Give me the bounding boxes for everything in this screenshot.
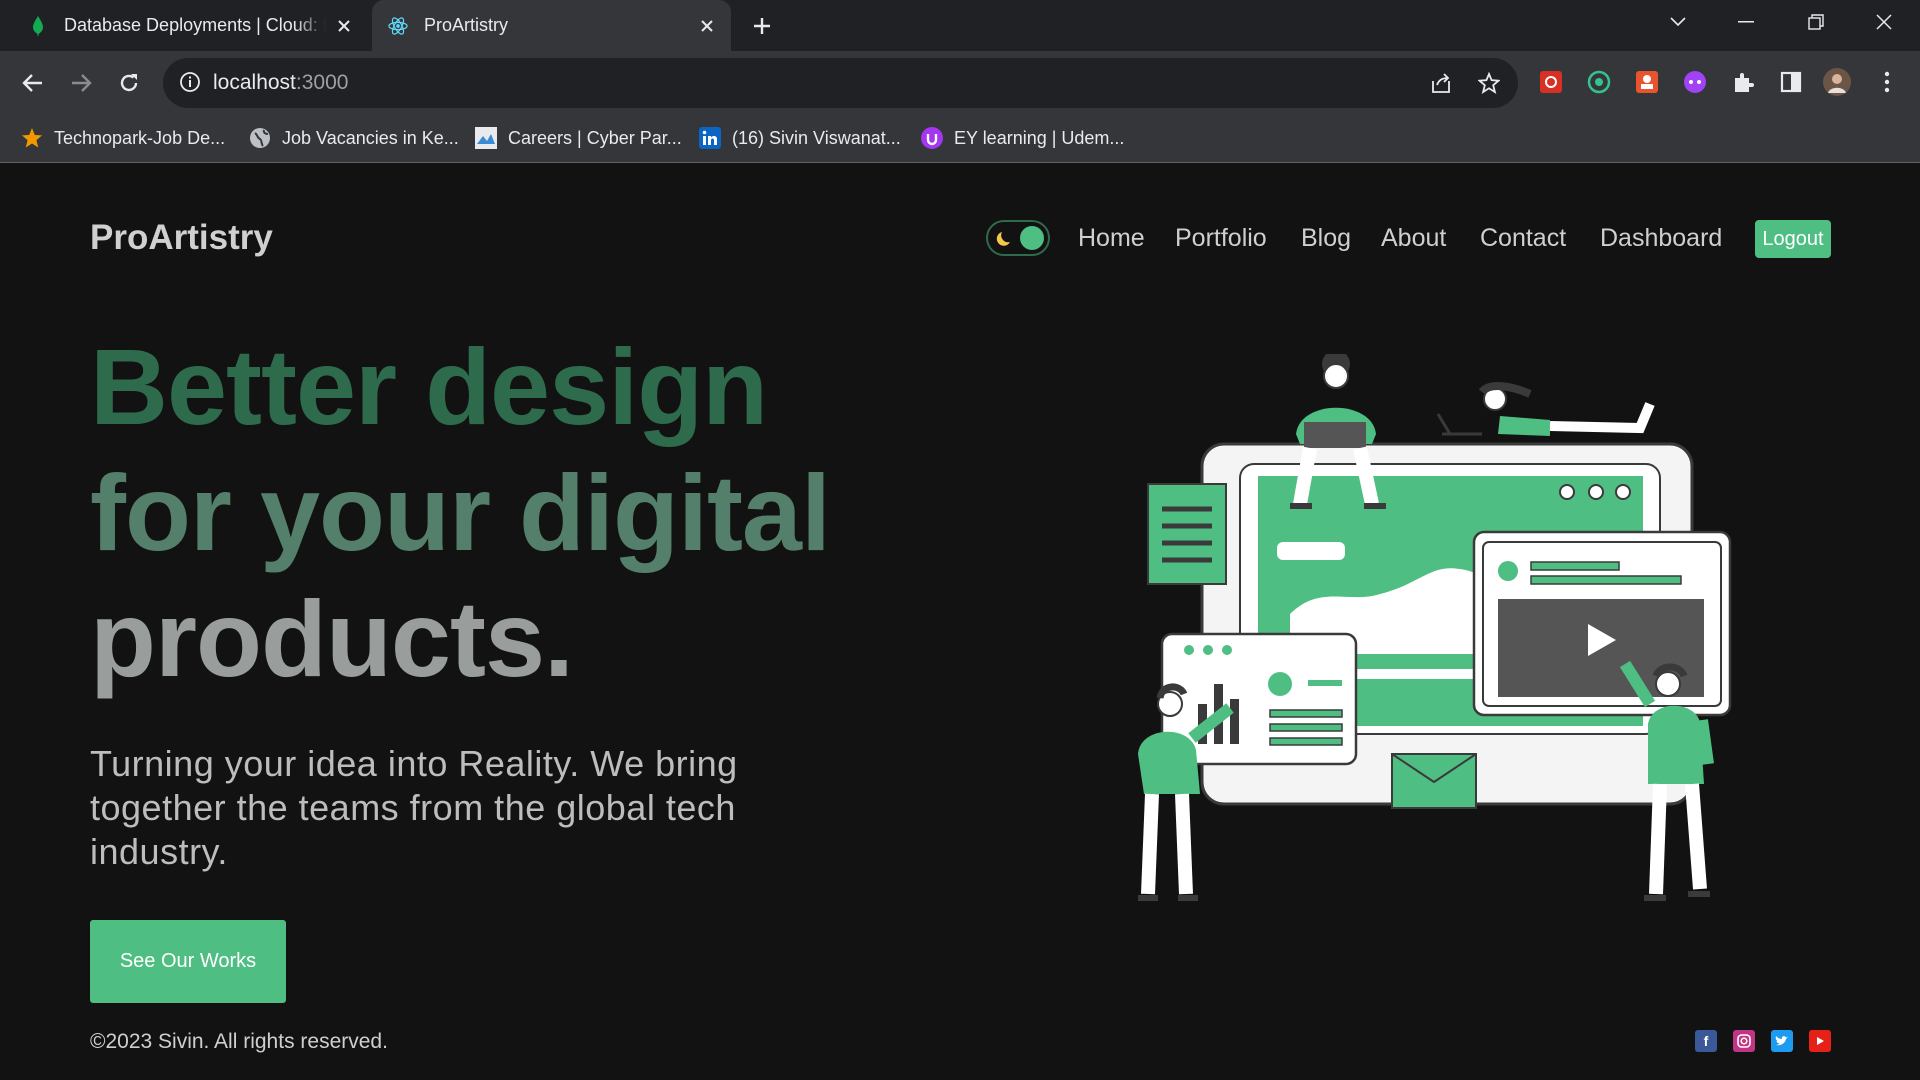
bookmark-item[interactable]: (16) Sivin Viswanat... bbox=[698, 124, 901, 152]
nav-home[interactable]: Home bbox=[1078, 224, 1145, 253]
cyberpark-icon bbox=[474, 126, 498, 150]
extension-orange-icon[interactable] bbox=[1633, 68, 1661, 96]
hero-heading-line2: for your digital bbox=[90, 452, 831, 573]
youtube-icon[interactable] bbox=[1809, 1030, 1831, 1052]
close-icon[interactable] bbox=[695, 14, 719, 38]
share-icon[interactable] bbox=[1428, 70, 1454, 96]
tab-search-icon[interactable] bbox=[1660, 8, 1696, 36]
extension-purple-icon[interactable] bbox=[1681, 68, 1709, 96]
linkedin-icon bbox=[698, 126, 722, 150]
bookmarks-bar: Technopark-Job De... Job Vacancies in Ke… bbox=[0, 114, 1920, 163]
nav-contact[interactable]: Contact bbox=[1480, 224, 1566, 253]
react-icon bbox=[388, 16, 408, 36]
footer-copyright: ©2023 Sivin. All rights reserved. bbox=[90, 1030, 388, 1053]
moon-icon bbox=[996, 228, 1016, 253]
tab-proartistry[interactable]: ProArtistry bbox=[372, 0, 731, 51]
tab-title: ProArtistry bbox=[424, 15, 509, 35]
hero-heading-line3: products. bbox=[90, 578, 574, 699]
forward-icon[interactable] bbox=[63, 65, 99, 101]
minimize-icon[interactable] bbox=[1728, 8, 1764, 36]
bookmark-star-icon[interactable] bbox=[1476, 70, 1502, 96]
browser-menu-icon[interactable] bbox=[1873, 68, 1901, 96]
extensions-puzzle-icon[interactable] bbox=[1729, 68, 1757, 96]
theme-toggle[interactable] bbox=[986, 220, 1050, 256]
facebook-icon[interactable]: f bbox=[1695, 1030, 1717, 1052]
browser-toolbar: localhost:3000 bbox=[0, 51, 1920, 114]
address-bar[interactable]: localhost:3000 bbox=[163, 58, 1518, 108]
instagram-icon[interactable] bbox=[1733, 1030, 1755, 1052]
bookmark-item[interactable]: Technopark-Job De... bbox=[20, 124, 225, 152]
toggle-knob bbox=[1020, 226, 1044, 250]
bookmark-item[interactable]: Job Vacancies in Ke... bbox=[248, 124, 459, 152]
tab-strip: Database Deployments | Cloud: MongoDB Cl… bbox=[0, 0, 1920, 51]
website-viewport: ProArtistry Home Portfolio Blog About Co… bbox=[0, 164, 1920, 1080]
back-icon[interactable] bbox=[15, 65, 51, 101]
tab-mongodb[interactable]: Database Deployments | Cloud: MongoDB Cl… bbox=[28, 0, 368, 51]
new-tab-button[interactable] bbox=[748, 12, 776, 40]
reload-icon[interactable] bbox=[111, 65, 147, 101]
hero-subtitle: Turning your idea into Reality. We bring… bbox=[90, 743, 738, 872]
tab-title: Database Deployments | Cloud: MongoDB Cl… bbox=[64, 15, 326, 35]
restore-icon[interactable] bbox=[1798, 8, 1834, 36]
extension-green-ring-icon[interactable] bbox=[1585, 68, 1613, 96]
side-panel-icon[interactable] bbox=[1777, 68, 1805, 96]
nav-about[interactable]: About bbox=[1381, 224, 1446, 253]
extension-red-icon[interactable] bbox=[1537, 68, 1565, 96]
bookmark-item[interactable]: EY learning | Udem... bbox=[920, 124, 1124, 152]
mongodb-leaf-icon bbox=[28, 15, 48, 36]
nav-portfolio[interactable]: Portfolio bbox=[1175, 224, 1267, 253]
logout-button[interactable]: Logout bbox=[1755, 220, 1831, 258]
nav-dashboard[interactable]: Dashboard bbox=[1600, 224, 1722, 253]
close-window-icon[interactable] bbox=[1866, 8, 1902, 36]
see-our-works-button[interactable]: See Our Works bbox=[90, 920, 286, 1003]
bookmark-item[interactable]: Careers | Cyber Par... bbox=[474, 124, 682, 152]
hero-heading-line1: Better design bbox=[90, 326, 768, 447]
close-icon[interactable] bbox=[332, 14, 356, 38]
nav-blog[interactable]: Blog bbox=[1301, 224, 1351, 253]
twitter-icon[interactable] bbox=[1771, 1030, 1793, 1052]
profile-avatar-icon[interactable] bbox=[1823, 68, 1851, 96]
brand-logo[interactable]: ProArtistry bbox=[90, 218, 273, 258]
site-info-icon[interactable] bbox=[179, 71, 201, 98]
udemy-icon bbox=[920, 126, 944, 150]
star-icon bbox=[20, 126, 44, 150]
hero-illustration bbox=[1120, 350, 1760, 959]
url-text: localhost:3000 bbox=[213, 71, 349, 94]
globe-icon bbox=[248, 126, 272, 150]
